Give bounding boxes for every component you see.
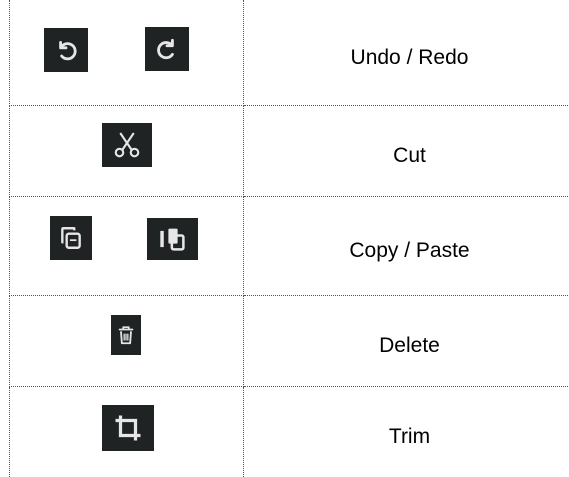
undo-icon — [44, 28, 88, 72]
trash-icon — [111, 315, 141, 355]
scissors-icon — [102, 123, 152, 167]
row-label: Copy / Paste — [244, 197, 569, 296]
redo-icon — [145, 27, 189, 71]
table-row: Trim — [10, 387, 569, 477]
row-label: Trim — [244, 387, 569, 477]
paste-icon — [147, 218, 198, 260]
icon-cell — [10, 387, 244, 477]
row-label: Undo / Redo — [244, 0, 569, 106]
shortcut-table: Undo / Redo Cut — [9, 0, 569, 477]
icon-cell — [10, 197, 244, 296]
row-label: Delete — [244, 296, 569, 387]
table-row: Copy / Paste — [10, 197, 569, 296]
table-row: Delete — [10, 296, 569, 387]
table-row: Cut — [10, 106, 569, 197]
table-row: Undo / Redo — [10, 0, 569, 106]
crop-icon — [102, 405, 154, 451]
copy-icon — [50, 216, 92, 260]
icon-cell — [10, 106, 244, 197]
row-label: Cut — [244, 106, 569, 197]
icon-cell — [10, 296, 244, 387]
icon-cell — [10, 0, 244, 106]
